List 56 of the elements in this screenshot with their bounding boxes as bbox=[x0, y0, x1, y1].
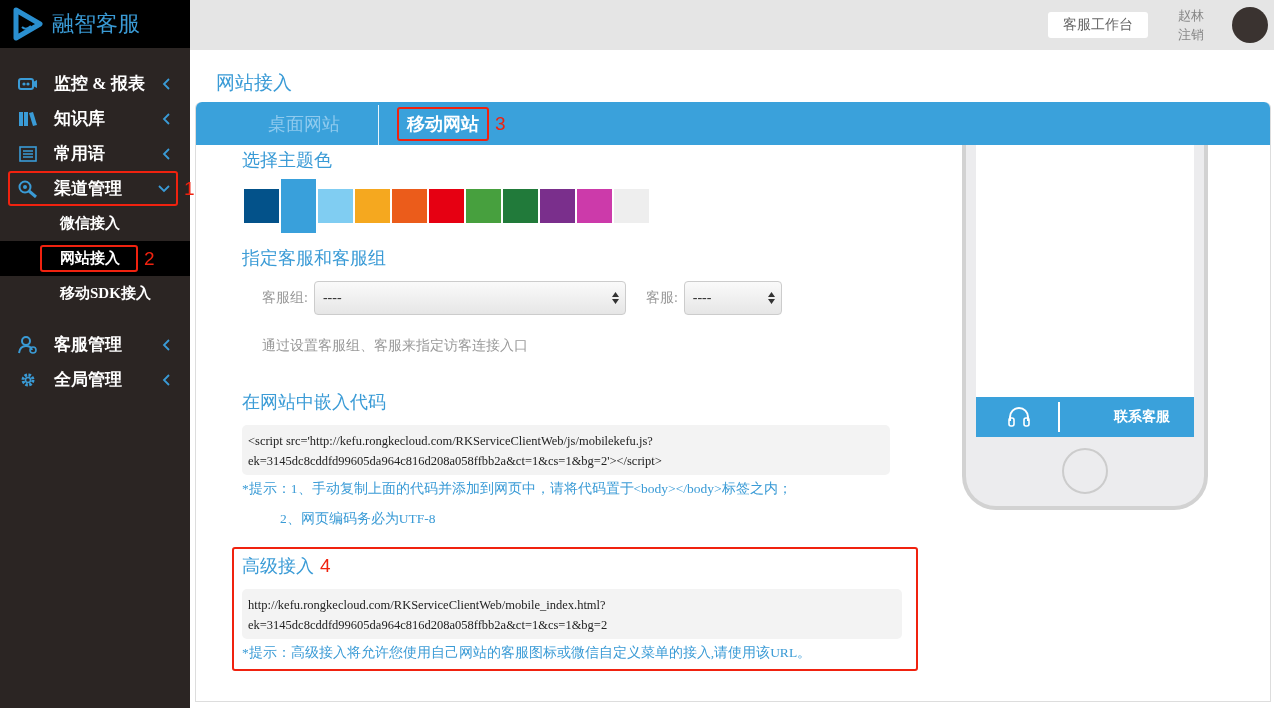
color-swatch[interactable] bbox=[429, 189, 464, 223]
color-swatch[interactable] bbox=[503, 189, 538, 223]
submenu-item[interactable]: 微信接入 bbox=[40, 210, 138, 237]
sidebar-item[interactable]: 常用语 bbox=[8, 136, 178, 171]
chevron-left-icon bbox=[162, 112, 170, 125]
avatar bbox=[1232, 7, 1268, 43]
chevron-left-icon bbox=[162, 373, 170, 386]
section-heading: 指定客服和客服组 bbox=[242, 247, 387, 270]
annotation-number: 2 bbox=[144, 247, 155, 270]
updown-icon bbox=[767, 292, 775, 304]
updown-icon bbox=[611, 292, 619, 304]
color-swatch[interactable] bbox=[318, 189, 353, 223]
page-title: 网站接入 bbox=[216, 71, 293, 95]
logo-text: 融智客服 bbox=[52, 10, 140, 38]
color-swatch[interactable] bbox=[392, 189, 427, 223]
color-swatch[interactable] bbox=[540, 189, 575, 223]
color-swatch[interactable] bbox=[577, 189, 612, 223]
chevron-left-icon bbox=[162, 77, 170, 90]
field-label: 客服组: bbox=[262, 289, 308, 307]
workbench-button[interactable]: 客服工作台 bbox=[1048, 12, 1148, 38]
color-swatch[interactable] bbox=[281, 179, 316, 233]
annotation-number: 3 bbox=[495, 112, 506, 135]
chevron-left-icon bbox=[162, 338, 170, 351]
annotation-number: 4 bbox=[320, 555, 331, 577]
sidebar-item[interactable]: 知识库 bbox=[8, 101, 178, 136]
tip-text: 2、网页编码务必为UTF-8 bbox=[280, 510, 437, 528]
color-swatch[interactable] bbox=[466, 189, 501, 223]
section-heading: 高级接入 bbox=[242, 555, 314, 578]
submenu-item[interactable]: 网站接入 bbox=[40, 245, 138, 272]
submenu-item[interactable]: 移动SDK接入 bbox=[40, 280, 169, 307]
headset-icon bbox=[1006, 405, 1032, 429]
code-line: ek=3145dc8cddfd99605da964c816d208a058ffbb2a&ct=1&cs=1&bg=2'></script> bbox=[248, 453, 663, 470]
url-line: http://kefu.rongkecloud.com/RKServiceClientWeb/mobile_index.html? bbox=[248, 597, 607, 614]
field-label: 客服: bbox=[645, 289, 678, 307]
tip-text: *提示：高级接入将允许您使用自己网站的客服图标或微信自定义菜单的接入,请使用该URL。 bbox=[242, 644, 813, 662]
code-line: <script src='http://kefu.rongkecloud.com/RKServiceClientWeb/js/mobilekefu.js? bbox=[248, 433, 654, 450]
sidebar-item[interactable]: 监控 & 报表 bbox=[8, 66, 178, 101]
books-icon bbox=[18, 109, 38, 128]
sidebar-item[interactable]: 全局管理 bbox=[8, 362, 178, 397]
people-icon bbox=[18, 335, 38, 354]
user-name: 赵林 bbox=[1178, 7, 1204, 25]
tip-text: *提示：1、手动复制上面的代码并添加到网页中，请将代码置于<body></body>标签之内； bbox=[242, 480, 793, 498]
color-swatch[interactable] bbox=[244, 189, 279, 223]
search-icon bbox=[18, 179, 38, 198]
section-heading: 在网站中嵌入代码 bbox=[242, 391, 387, 414]
sidebar-item[interactable]: 客服管理 bbox=[8, 327, 178, 362]
agent-select[interactable]: ---- bbox=[683, 281, 782, 315]
group-select[interactable]: ---- bbox=[313, 281, 626, 315]
url-line: ek=3145dc8cddfd99605da964c816d208a058ffbb2a&ct=1&cs=1&bg=2 bbox=[248, 617, 609, 634]
section-heading: 选择主题色 bbox=[242, 149, 333, 172]
list-icon bbox=[18, 144, 38, 163]
hint-text: 通过设置客服组、客服来指定访客连接入口 bbox=[262, 337, 529, 355]
chevron-left-icon bbox=[162, 147, 170, 160]
chevron-down-icon bbox=[158, 184, 170, 193]
color-swatch[interactable] bbox=[355, 189, 390, 223]
sidebar-item[interactable]: 渠道管理 bbox=[8, 171, 178, 206]
